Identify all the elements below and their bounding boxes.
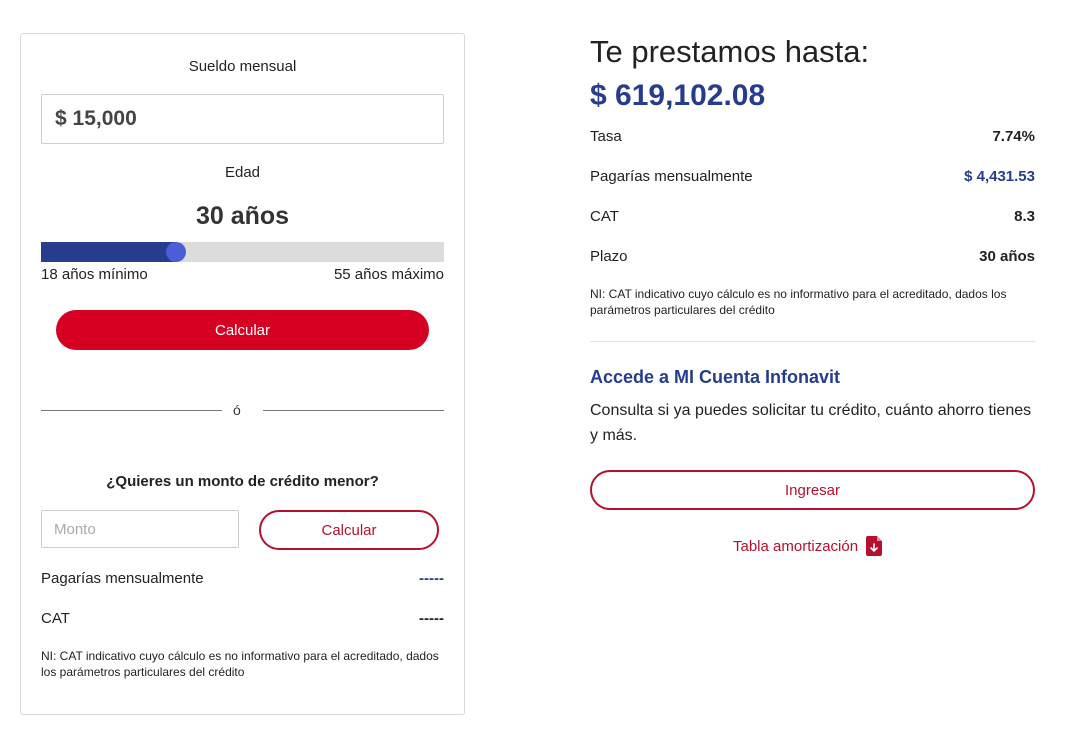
divider-right — [263, 410, 444, 411]
result-row-cat: CAT 8.3 — [590, 208, 1035, 225]
result-divider — [590, 341, 1035, 342]
account-title: Accede a MI Cuenta Infonavit — [590, 367, 841, 387]
account-description: Consulta si ya puedes solicitar tu crédi… — [590, 402, 1032, 444]
age-slider-thumb[interactable] — [165, 242, 186, 262]
result-row-label: CAT — [590, 208, 619, 225]
lower-amount-question: ¿Quieres un monto de crédito menor? — [106, 473, 379, 490]
result-row-value: 7.74% — [992, 128, 1035, 145]
monthly-row: Pagarías mensualmente ----- — [41, 570, 444, 587]
pdf-download-icon — [866, 536, 883, 556]
calculate-button[interactable]: Calcular — [56, 310, 429, 350]
salary-value: $ 15,000 — [55, 107, 137, 130]
result-row-term: Plazo 30 años — [590, 248, 1035, 265]
result-row-value: $ 4,431.53 — [964, 168, 1035, 185]
salary-input[interactable]: $ 15,000 — [41, 94, 444, 144]
result-row-label: Pagarías mensualmente — [590, 168, 753, 185]
age-value: 30 años — [195, 202, 290, 230]
calculator-card: Sueldo mensual $ 15,000 Edad 30 años 18 … — [20, 33, 465, 715]
result-row-value: 8.3 — [1014, 208, 1035, 225]
monthly-value: ----- — [419, 570, 444, 587]
salary-label: Sueldo mensual — [188, 58, 297, 75]
result-row-rate: Tasa 7.74% — [590, 128, 1035, 145]
divider-left — [41, 410, 222, 411]
result-cat-note: NI: CAT indicativo cuyo cálculo es no in… — [590, 287, 1007, 317]
result-amount: $ 619,102.08 — [590, 79, 766, 112]
result-row-value: 30 años — [979, 248, 1035, 265]
result-row-label: Plazo — [590, 248, 628, 265]
login-button[interactable]: Ingresar — [590, 470, 1035, 510]
amortization-label: Tabla amortización — [733, 537, 859, 555]
cat-note: NI: CAT indicativo cuyo cálculo es no in… — [41, 649, 439, 679]
cat-label: CAT — [41, 610, 70, 627]
cat-value: ----- — [419, 610, 444, 627]
calculate-lower-button[interactable]: Calcular — [259, 510, 439, 550]
result-title: Te prestamos hasta: — [590, 34, 870, 69]
age-slider-fill — [41, 242, 176, 262]
age-slider[interactable] — [41, 242, 444, 262]
age-min-label: 18 años mínimo — [41, 266, 148, 283]
cat-row: CAT ----- — [41, 610, 444, 627]
monto-input[interactable] — [41, 510, 239, 548]
age-label: Edad — [224, 164, 261, 181]
amortization-link[interactable]: Tabla amortización — [733, 536, 883, 556]
monthly-label: Pagarías mensualmente — [41, 570, 204, 587]
divider-text: ó — [233, 402, 241, 418]
age-max-label: 55 años máximo — [333, 266, 444, 283]
result-row-label: Tasa — [590, 128, 622, 145]
result-row-monthly: Pagarías mensualmente $ 4,431.53 — [590, 168, 1035, 185]
